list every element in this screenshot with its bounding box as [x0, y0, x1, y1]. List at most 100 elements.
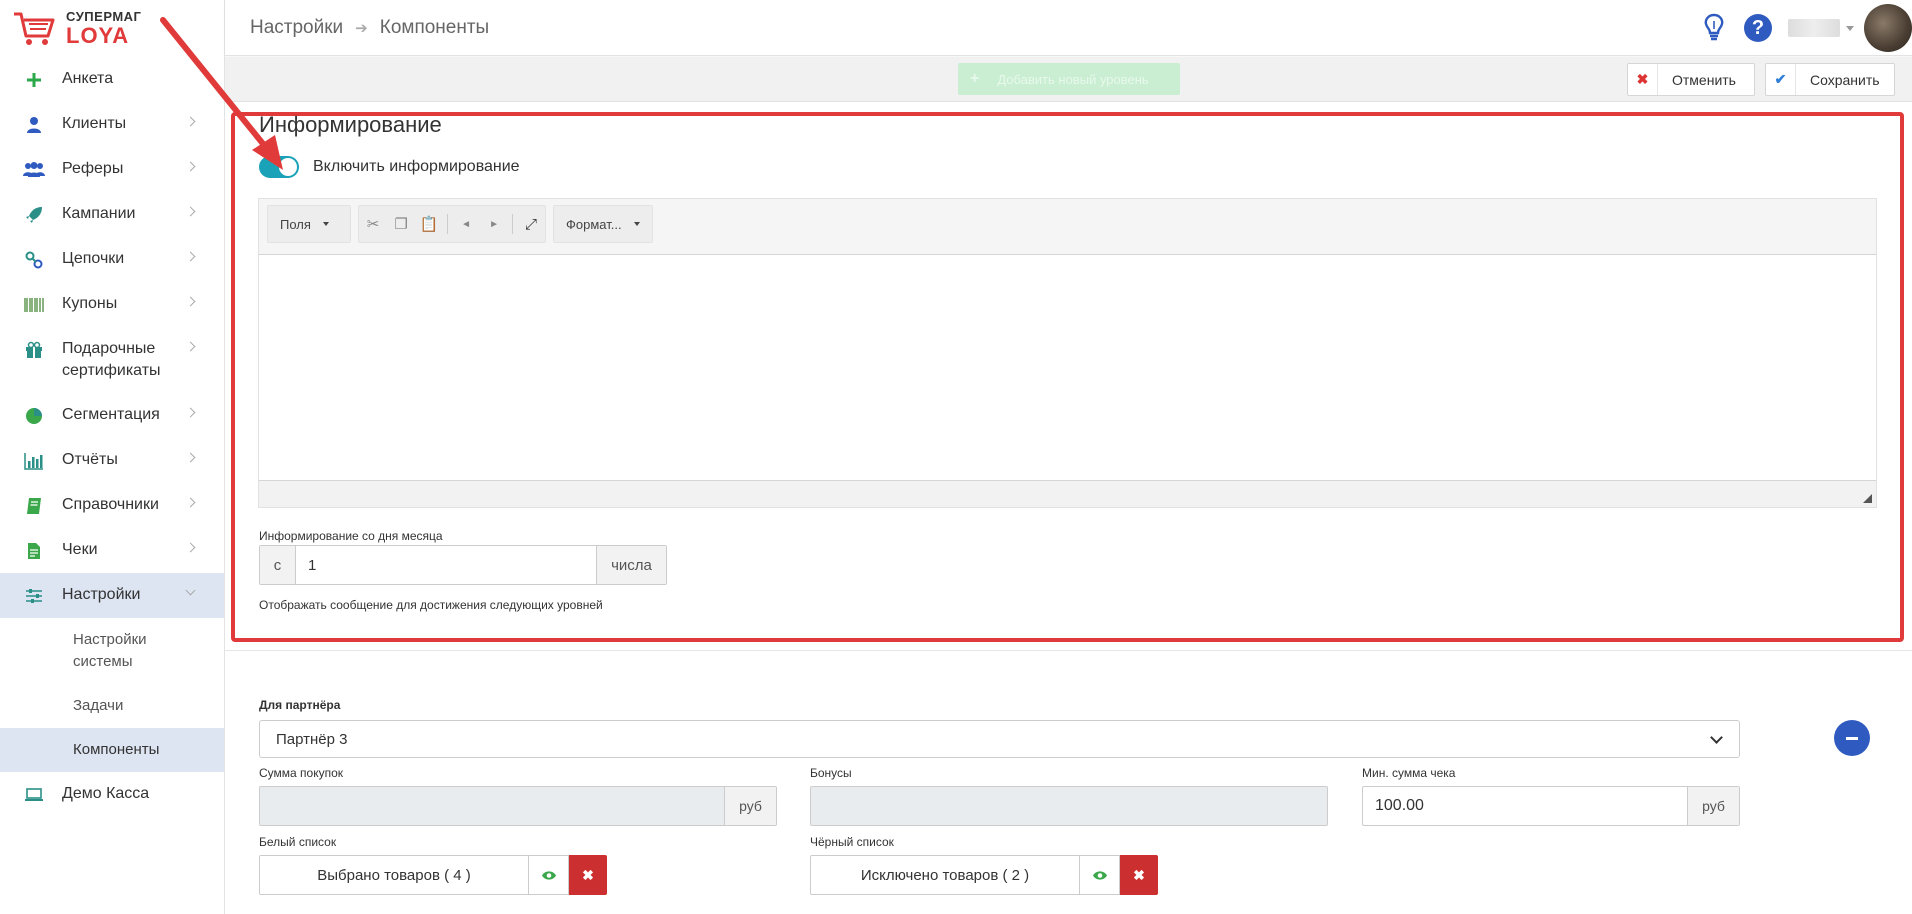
laptop-icon: [22, 772, 46, 817]
sidebar-item-label: Отчёты: [62, 451, 118, 468]
editor-toolbar: Поля ✂ ❐ 📋 ◄ ► ⤢ Формат...: [259, 199, 1876, 255]
sidebar-item-label: Реферы: [62, 160, 124, 177]
sidebar-item-chains[interactable]: Цепочки: [0, 237, 224, 282]
action-toolbar: + Добавить новый уровень ✖ Отменить ✔ Со…: [225, 57, 1912, 102]
bonuses-label: Бонусы: [810, 766, 852, 780]
close-icon[interactable]: ✖: [1120, 855, 1158, 895]
user-name[interactable]: [1788, 19, 1840, 37]
add-level-button[interactable]: + Добавить новый уровень: [958, 63, 1180, 95]
redo-icon[interactable]: ►: [480, 206, 508, 242]
sidebar-item-clients[interactable]: Клиенты: [0, 102, 224, 147]
sidebar-item-reports[interactable]: Отчёты: [0, 438, 224, 483]
cancel-button[interactable]: ✖ Отменить: [1627, 63, 1755, 96]
sidebar-item-gift-certificates[interactable]: Подарочные сертификаты: [0, 327, 224, 393]
link-icon: [22, 237, 46, 282]
chevron-down-icon: [1710, 731, 1723, 744]
sidebar-subitem-system-settings[interactable]: Настройки системы: [0, 618, 224, 684]
close-icon[interactable]: ✖: [569, 855, 607, 895]
sidebar-item-label: Чеки: [62, 541, 98, 558]
undo-icon[interactable]: ◄: [452, 206, 480, 242]
white-list-value[interactable]: Выбрано товаров ( 4 ): [259, 855, 529, 895]
min-check-unit: руб: [1687, 787, 1739, 825]
logo-bottom-text: LOYA: [66, 23, 130, 48]
sidebar: СУПЕРМАГ LOYA Анкета Клиенты Реферы Камп…: [0, 0, 225, 914]
minus-icon: [1846, 736, 1858, 740]
breadcrumb: Настройки ➔ Компоненты: [250, 17, 489, 39]
copy-icon[interactable]: ❐: [387, 206, 415, 242]
white-list-group: Выбрано товаров ( 4 ) ✖: [259, 855, 607, 895]
bonuses-input[interactable]: [811, 787, 1327, 825]
purchase-sum-input[interactable]: [260, 787, 724, 825]
sidebar-subitem-components[interactable]: Компоненты: [0, 728, 224, 772]
min-check-input[interactable]: 100.00: [1363, 787, 1687, 825]
min-check-label: Мин. сумма чека: [1362, 766, 1456, 780]
plus-icon: [22, 57, 46, 102]
plus-icon: +: [970, 70, 980, 87]
format-select[interactable]: Формат...: [554, 206, 652, 242]
caret-down-icon[interactable]: [1846, 25, 1854, 31]
fields-select[interactable]: Поля: [268, 206, 341, 242]
users-icon: [22, 147, 46, 192]
main-content: Информирование Включить информирование П…: [225, 102, 1912, 914]
maximize-icon[interactable]: ⤢: [517, 206, 545, 242]
avatar[interactable]: [1864, 4, 1912, 52]
sidebar-item-campaigns[interactable]: Кампании: [0, 192, 224, 237]
enable-informing-toggle[interactable]: [259, 156, 299, 178]
min-check-group: 100.00 руб: [1362, 786, 1740, 826]
lightbulb-icon[interactable]: [1700, 12, 1728, 44]
logo[interactable]: СУПЕРМАГ LOYA: [0, 0, 224, 57]
app-root: СУПЕРМАГ LOYA Анкета Клиенты Реферы Камп…: [0, 0, 1912, 914]
from-day-input[interactable]: 1: [296, 546, 596, 584]
save-button[interactable]: ✔ Сохранить: [1765, 63, 1895, 96]
resize-handle-icon[interactable]: [1863, 494, 1872, 503]
divider: [225, 650, 1912, 651]
eye-icon[interactable]: [1080, 855, 1120, 895]
breadcrumb-item-settings[interactable]: Настройки: [250, 17, 343, 39]
sidebar-item-anketa[interactable]: Анкета: [0, 57, 224, 102]
sidebar-item-settings[interactable]: Настройки: [0, 573, 224, 618]
show-message-label: Отображать сообщение для достижения след…: [259, 598, 603, 612]
receipt-icon: [22, 528, 46, 573]
from-day-prefix: с: [260, 546, 296, 584]
rocket-icon: [22, 192, 46, 237]
editor-footer: [259, 480, 1876, 507]
cut-icon[interactable]: ✂: [359, 206, 387, 242]
partner-select[interactable]: Партнёр 3: [259, 720, 1740, 758]
sidebar-item-demo-cash[interactable]: Демо Касса: [0, 772, 224, 817]
caret-down-icon: [633, 222, 640, 226]
sidebar-item-label: Подарочные сертификаты: [62, 340, 161, 379]
eye-icon[interactable]: [529, 855, 569, 895]
sidebar-item-label: Клиенты: [62, 115, 127, 132]
cart-logo-icon: [14, 12, 55, 45]
purchase-sum-unit: руб: [724, 787, 776, 825]
sidebar-item-segmentation[interactable]: Сегментация: [0, 393, 224, 438]
barcode-icon: [22, 282, 46, 327]
sidebar-item-label: Сегментация: [62, 406, 160, 423]
sidebar-item-coupons[interactable]: Купоны: [0, 282, 224, 327]
sidebar-subitem-tasks[interactable]: Задачи: [0, 684, 224, 728]
partner-label: Для партнёра: [259, 698, 341, 712]
purchase-sum-group: руб: [259, 786, 777, 826]
arrow-right-icon: ➔: [355, 20, 368, 37]
black-list-value[interactable]: Исключено товаров ( 2 ): [810, 855, 1080, 895]
from-day-suffix: числа: [596, 546, 666, 584]
help-icon[interactable]: ?: [1744, 14, 1772, 42]
caret-down-icon: [322, 222, 329, 226]
sliders-icon: [22, 573, 46, 618]
informing-from-day-group: с 1 числа: [259, 545, 667, 585]
sidebar-item-label: Купоны: [62, 295, 118, 312]
editor-content-area[interactable]: [259, 255, 1876, 480]
informing-from-day-label: Информирование со дня месяца: [259, 529, 443, 543]
top-header: Настройки ➔ Компоненты ?: [225, 0, 1912, 56]
gift-icon: [22, 327, 46, 372]
section-title: Информирование: [259, 112, 442, 137]
sidebar-item-checks[interactable]: Чеки: [0, 528, 224, 573]
sidebar-item-referers[interactable]: Реферы: [0, 147, 224, 192]
pie-chart-icon: [22, 393, 46, 438]
close-icon: ✖: [1628, 64, 1658, 95]
sidebar-item-label: Демо Касса: [62, 785, 150, 802]
bonuses-group: [810, 786, 1328, 826]
remove-partner-button[interactable]: [1834, 720, 1870, 756]
sidebar-item-references[interactable]: Справочники: [0, 483, 224, 528]
paste-icon[interactable]: 📋: [415, 206, 443, 242]
